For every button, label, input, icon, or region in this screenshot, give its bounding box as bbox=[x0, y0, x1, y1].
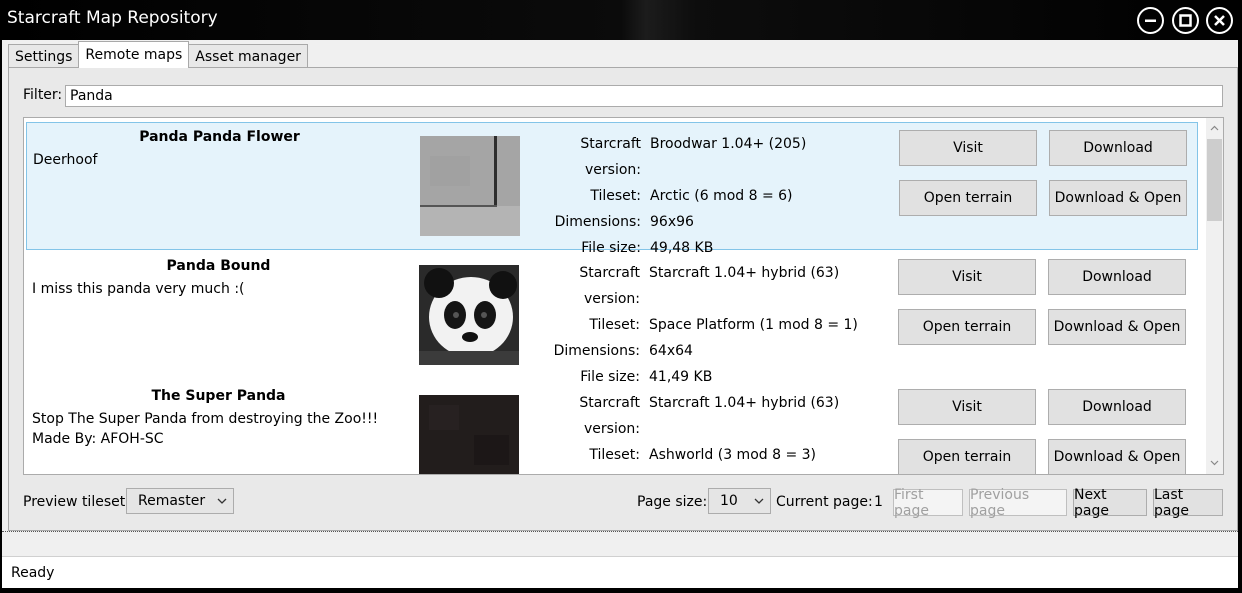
tab-strip: Settings Remote maps Asset manager bbox=[8, 41, 308, 68]
map-details: Starcraft version: Starcraft 1.04+ hybrid… bbox=[521, 260, 858, 390]
version-label: Starcraft version: bbox=[579, 265, 640, 307]
chevron-down-icon[interactable] bbox=[1210, 458, 1219, 467]
map-list-item[interactable]: Panda Bound I miss this panda very much … bbox=[26, 252, 1198, 385]
filter-label: Filter: bbox=[23, 87, 63, 103]
visit-button[interactable]: Visit bbox=[899, 130, 1037, 166]
download-open-button[interactable]: Download & Open bbox=[1049, 180, 1187, 216]
map-list-item[interactable]: Panda Panda Flower Deerhoof Starcraft ve… bbox=[26, 122, 1198, 256]
divider bbox=[2, 531, 1238, 532]
download-open-button[interactable]: Download & Open bbox=[1048, 439, 1186, 474]
tileset-value: Ashworld (3 mod 8 = 3) bbox=[649, 447, 817, 463]
tileset-label: Tileset: bbox=[589, 447, 640, 463]
window-client: Settings Remote maps Asset manager Filte… bbox=[2, 40, 1238, 588]
chevron-up-icon[interactable] bbox=[1210, 124, 1219, 133]
last-page-button[interactable]: Last page bbox=[1153, 487, 1223, 519]
minimize-button[interactable] bbox=[1137, 7, 1164, 34]
preview-tileset-label: Preview tileset: bbox=[23, 494, 130, 510]
download-button[interactable]: Download bbox=[1048, 389, 1186, 425]
map-description: Stop The Super Panda from destroying the… bbox=[32, 411, 379, 447]
dimensions-value: 64x64 bbox=[649, 343, 693, 359]
map-thumbnail-arctic bbox=[420, 136, 520, 236]
list-scrollbar[interactable] bbox=[1206, 118, 1223, 474]
tileset-label: Tileset: bbox=[589, 317, 640, 333]
maximize-button[interactable] bbox=[1172, 7, 1199, 34]
first-page-button[interactable]: First page bbox=[893, 487, 963, 519]
tab-asset-manager[interactable]: Asset manager bbox=[188, 44, 308, 68]
dimensions-label: Dimensions: bbox=[553, 343, 640, 359]
tab-settings[interactable]: Settings bbox=[8, 44, 80, 68]
page-size-value: 10 bbox=[720, 493, 738, 509]
open-terrain-button[interactable]: Open terrain bbox=[899, 180, 1037, 216]
maximize-icon bbox=[1179, 14, 1192, 27]
version-value: Starcraft 1.04+ hybrid (63) bbox=[649, 395, 840, 411]
remote-maps-panel: Filter: Panda Panda Flower Deerhoof bbox=[8, 67, 1238, 531]
dimensions-label: Dimensions: bbox=[554, 214, 641, 230]
map-list-item[interactable]: The Super Panda Stop The Super Panda fro… bbox=[26, 382, 1198, 474]
open-terrain-button[interactable]: Open terrain bbox=[898, 309, 1036, 345]
window-title: Starcraft Map Repository bbox=[7, 8, 218, 28]
visit-button[interactable]: Visit bbox=[898, 389, 1036, 425]
next-page-button[interactable]: Next page bbox=[1073, 487, 1147, 519]
map-thumbnail-panda bbox=[419, 265, 519, 365]
map-description: Deerhoof bbox=[33, 152, 98, 168]
dimensions-label: Dimensions: bbox=[521, 468, 649, 474]
minimize-icon bbox=[1145, 19, 1156, 22]
tileset-label: Tileset: bbox=[590, 188, 641, 204]
visit-button[interactable]: Visit bbox=[898, 259, 1036, 295]
download-button[interactable]: Download bbox=[1049, 130, 1187, 166]
page-size-select[interactable]: 10 bbox=[708, 488, 771, 514]
status-text: Ready bbox=[11, 565, 55, 581]
preview-tileset-select[interactable]: Remaster bbox=[126, 488, 234, 514]
version-label: Starcraft version: bbox=[579, 395, 640, 437]
map-details: Starcraft version: Broodwar 1.04+ (205) T… bbox=[522, 131, 807, 261]
map-name: Panda Bound bbox=[166, 258, 271, 274]
previous-page-button[interactable]: Previous page bbox=[969, 487, 1067, 519]
dimensions-value: 128x128 bbox=[649, 468, 711, 474]
chevron-down-icon bbox=[754, 498, 764, 504]
tab-remote-maps[interactable]: Remote maps bbox=[78, 41, 190, 68]
open-terrain-button[interactable]: Open terrain bbox=[898, 439, 1036, 474]
map-list[interactable]: Panda Panda Flower Deerhoof Starcraft ve… bbox=[23, 117, 1224, 475]
close-icon bbox=[1214, 15, 1225, 26]
map-name: Panda Panda Flower bbox=[139, 129, 300, 145]
map-thumbnail-ashworld bbox=[419, 395, 519, 474]
status-bar: Ready bbox=[2, 556, 1238, 588]
current-page-value: 1 bbox=[874, 494, 883, 510]
dimensions-value: 96x96 bbox=[650, 214, 694, 230]
chevron-down-icon bbox=[217, 498, 227, 504]
scrollbar-thumb[interactable] bbox=[1207, 139, 1222, 221]
preview-tileset-value: Remaster bbox=[138, 493, 206, 509]
download-button[interactable]: Download bbox=[1048, 259, 1186, 295]
version-value: Broodwar 1.04+ (205) bbox=[650, 136, 807, 152]
close-button[interactable] bbox=[1206, 7, 1233, 34]
filter-input[interactable] bbox=[65, 85, 1223, 107]
version-value: Starcraft 1.04+ hybrid (63) bbox=[649, 265, 840, 281]
current-page-label: Current page: bbox=[776, 494, 873, 510]
download-open-button[interactable]: Download & Open bbox=[1048, 309, 1186, 345]
tileset-value: Arctic (6 mod 8 = 6) bbox=[650, 188, 793, 204]
map-description: I miss this panda very much :( bbox=[32, 281, 245, 297]
remote-maps-content: Filter: Panda Panda Flower Deerhoof bbox=[9, 68, 1237, 530]
tileset-value: Space Platform (1 mod 8 = 1) bbox=[649, 317, 858, 333]
page-size-label: Page size: bbox=[637, 494, 708, 510]
title-bar: Starcraft Map Repository bbox=[0, 0, 1242, 40]
version-label: Starcraft version: bbox=[580, 136, 641, 178]
map-details: Starcraft version: Starcraft 1.04+ hybrid… bbox=[521, 390, 840, 474]
map-name: The Super Panda bbox=[151, 388, 286, 404]
